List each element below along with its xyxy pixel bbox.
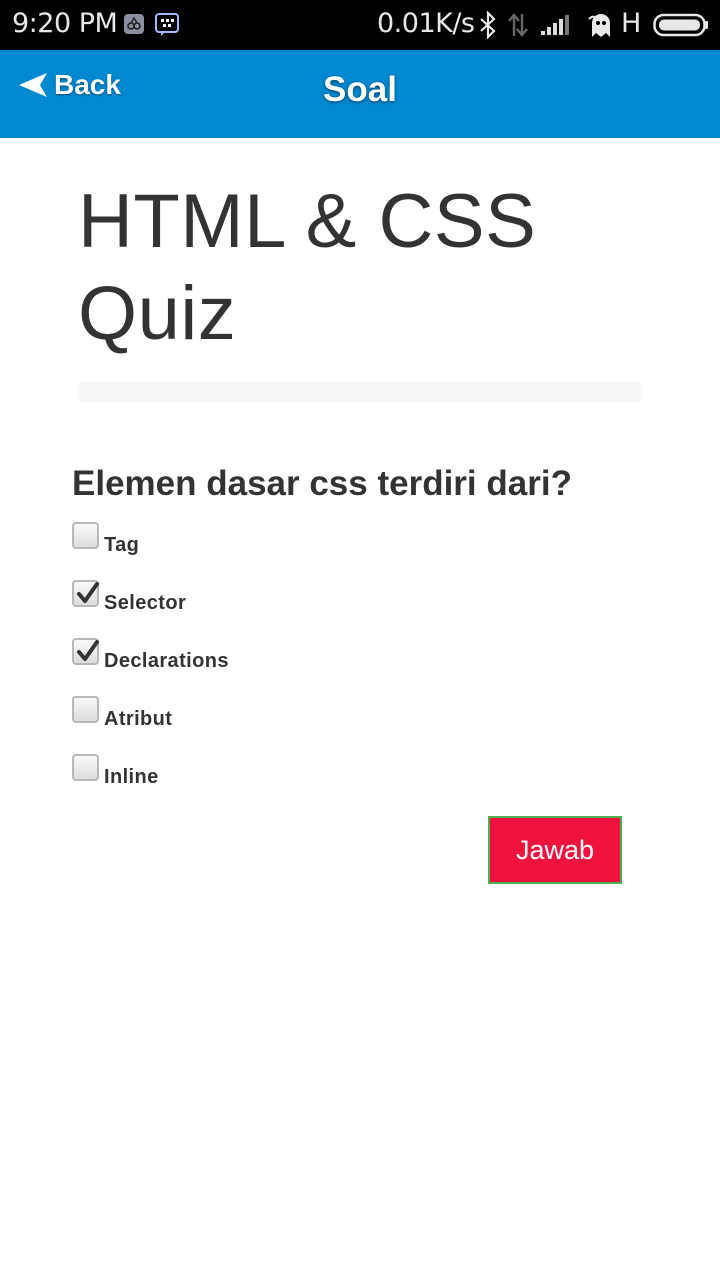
data-arrows-icon: [506, 12, 530, 43]
option-label: Tag: [104, 534, 140, 556]
bluetooth-icon: [478, 10, 498, 44]
checkbox[interactable]: [72, 638, 99, 665]
battery-icon: [653, 13, 709, 42]
net-speed: 0.01K/s: [377, 8, 475, 39]
app-notification-icon: [123, 13, 145, 40]
ghost-icon: [587, 11, 615, 44]
quiz-title: HTML & CSS Quiz: [78, 179, 537, 356]
checkmark-icon: [77, 582, 99, 603]
progress-bar: [78, 382, 642, 402]
checkbox[interactable]: [72, 754, 99, 781]
app-bar: Back Soal: [0, 50, 720, 138]
status-time: 9:20 PM: [12, 8, 118, 39]
submit-button[interactable]: Jawab: [488, 816, 622, 884]
checkbox[interactable]: [72, 522, 99, 549]
signal-icon: [540, 14, 574, 41]
network-type: H: [621, 8, 642, 39]
option-label: Inline: [104, 766, 159, 788]
checkbox[interactable]: [72, 696, 99, 723]
bbm-icon: [155, 13, 179, 42]
option-label: Atribut: [104, 708, 173, 730]
checkmark-icon: [77, 640, 99, 661]
status-bar: 9:20 PM 0.01K/s H: [0, 0, 720, 50]
option-label: Selector: [104, 592, 187, 614]
checkbox[interactable]: [72, 580, 99, 607]
option-label: Declarations: [104, 650, 229, 672]
page-title: Soal: [323, 70, 397, 109]
question-text: Elemen dasar css terdiri dari?: [72, 464, 572, 503]
